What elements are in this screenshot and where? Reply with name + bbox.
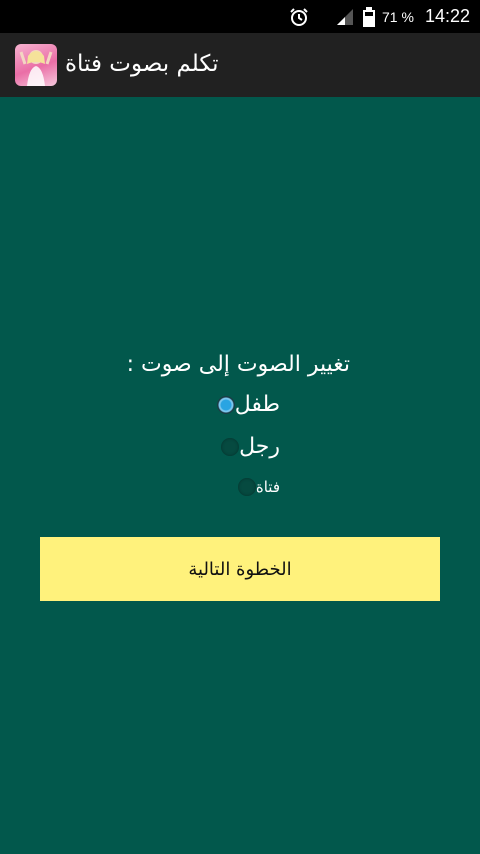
radio-option-label: فتاة xyxy=(255,478,280,496)
app-girl-icon[interactable] xyxy=(15,44,57,86)
radio-button[interactable] xyxy=(221,437,240,456)
radio-option-child[interactable]: طفل xyxy=(207,392,280,417)
next-step-button[interactable]: الخطوة التالية xyxy=(40,537,440,601)
radio-button-selected[interactable] xyxy=(216,395,235,414)
signal-icon xyxy=(333,0,355,33)
radio-option-girl[interactable]: فتاة xyxy=(228,478,280,496)
app-bar: تكلم بصوت فتاة xyxy=(0,33,480,97)
alarm-icon xyxy=(288,0,310,33)
battery-percent: 71 % xyxy=(382,8,414,25)
voice-change-prompt: تغيير الصوت إلى صوت : xyxy=(126,352,350,377)
status-bar: 71 % 14:22 xyxy=(0,0,480,33)
radio-button[interactable] xyxy=(237,478,256,496)
radio-option-label: رجل xyxy=(239,434,280,459)
app-title: تكلم بصوت فتاة xyxy=(65,51,219,77)
battery-icon xyxy=(362,0,376,33)
radio-option-man[interactable]: رجل xyxy=(211,434,280,459)
radio-option-label: طفل xyxy=(234,392,280,417)
clock-time: 14:22 xyxy=(425,6,471,26)
